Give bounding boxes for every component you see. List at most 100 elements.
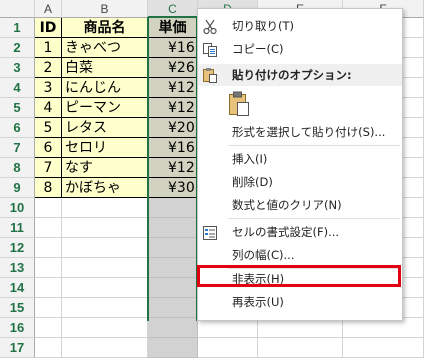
table-cell[interactable]: 7 <box>35 158 62 178</box>
table-cell[interactable]: セロリ <box>62 138 148 158</box>
table-cell[interactable] <box>35 338 62 358</box>
table-cell[interactable]: ¥20 <box>148 118 198 138</box>
menu-item-delete[interactable]: 削除(D) <box>198 171 402 194</box>
table-cell[interactable]: なす <box>62 158 148 178</box>
paste-options-section: 貼り付けのオプション: <box>198 64 402 86</box>
menu-item-copy[interactable]: コピー(C) <box>198 38 402 61</box>
menu-label-paste-special: 形式を選択して貼り付け(S)... <box>232 125 386 139</box>
row-header[interactable]: 12 <box>0 238 35 258</box>
row-header[interactable]: 13 <box>0 258 35 278</box>
menu-item-paste-special[interactable]: 形式を選択して貼り付け(S)... <box>198 121 402 144</box>
menu-label-format-cells: セルの書式設定(F)... <box>232 225 340 239</box>
table-cell[interactable]: 8 <box>35 178 62 198</box>
table-cell[interactable] <box>35 278 62 298</box>
table-cell[interactable] <box>148 238 198 258</box>
table-cell[interactable]: 5 <box>35 118 62 138</box>
table-cell[interactable]: ¥30 <box>148 178 198 198</box>
table-cell[interactable] <box>148 298 198 318</box>
table-cell[interactable] <box>62 258 148 278</box>
table-cell[interactable] <box>148 198 198 218</box>
table-cell[interactable] <box>343 318 424 338</box>
table-cell[interactable]: きゃべつ <box>62 38 148 58</box>
table-cell[interactable] <box>148 318 198 338</box>
table-cell[interactable]: 1 <box>35 38 62 58</box>
table-cell[interactable] <box>35 238 62 258</box>
table-cell[interactable]: ピーマン <box>62 98 148 118</box>
column-header-b[interactable]: B <box>62 0 148 18</box>
table-cell[interactable] <box>35 298 62 318</box>
table-header-cell[interactable]: ID <box>35 18 62 38</box>
row-header[interactable]: 9 <box>0 178 35 198</box>
table-cell[interactable] <box>62 338 148 358</box>
row-header[interactable]: 7 <box>0 138 35 158</box>
scissors-icon <box>202 19 218 35</box>
table-cell[interactable] <box>258 318 343 338</box>
table-cell[interactable]: ¥12 <box>148 98 198 118</box>
table-cell[interactable] <box>35 198 62 218</box>
format-cells-icon <box>202 225 218 241</box>
table-cell[interactable] <box>62 238 148 258</box>
table-cell[interactable]: かぼちゃ <box>62 178 148 198</box>
table-cell[interactable]: 6 <box>35 138 62 158</box>
row-header[interactable]: 8 <box>0 158 35 178</box>
menu-item-column-width[interactable]: 列の幅(C)... <box>198 244 402 267</box>
row-header[interactable]: 15 <box>0 298 35 318</box>
table-cell[interactable]: ¥16 <box>148 38 198 58</box>
table-cell[interactable]: 3 <box>35 78 62 98</box>
table-header-cell[interactable]: 単価 <box>148 18 198 38</box>
menu-item-unhide[interactable]: 再表示(U) <box>198 291 402 314</box>
table-cell[interactable] <box>148 218 198 238</box>
column-header-a[interactable]: A <box>35 0 62 18</box>
row-header[interactable]: 10 <box>0 198 35 218</box>
row-header[interactable]: 1 <box>0 18 35 38</box>
table-cell[interactable]: 2 <box>35 58 62 78</box>
table-cell[interactable]: ¥12 <box>148 78 198 98</box>
table-cell[interactable] <box>148 278 198 298</box>
table-cell[interactable]: ¥16 <box>148 138 198 158</box>
table-cell[interactable] <box>198 338 258 358</box>
table-cell[interactable] <box>62 298 148 318</box>
table-cell[interactable] <box>343 338 424 358</box>
table-cell[interactable] <box>35 318 62 338</box>
table-cell[interactable] <box>198 318 258 338</box>
row-header[interactable]: 4 <box>0 78 35 98</box>
table-cell[interactable]: 4 <box>35 98 62 118</box>
row-header[interactable]: 17 <box>0 338 35 358</box>
clipboard-icon <box>228 91 250 125</box>
table-cell[interactable] <box>62 318 148 338</box>
row-header[interactable]: 2 <box>0 38 35 58</box>
row-header[interactable]: 5 <box>0 98 35 118</box>
paste-options-label: 貼り付けのオプション: <box>232 68 352 82</box>
row-header[interactable]: 11 <box>0 218 35 238</box>
row-header[interactable]: 6 <box>0 118 35 138</box>
copy-icon <box>202 42 218 58</box>
table-cell[interactable] <box>258 338 343 358</box>
table-cell[interactable]: ¥12 <box>148 158 198 178</box>
table-cell[interactable] <box>35 218 62 238</box>
table-cell[interactable] <box>62 278 148 298</box>
menu-label-copy: コピー(C) <box>232 42 284 56</box>
table-cell[interactable] <box>148 338 198 358</box>
row-header[interactable]: 16 <box>0 318 35 338</box>
menu-label-unhide: 再表示(U) <box>232 295 284 309</box>
table-header-cell[interactable]: 商品名 <box>62 18 148 38</box>
select-all-corner[interactable] <box>0 0 35 18</box>
table-cell[interactable] <box>62 198 148 218</box>
table-cell[interactable]: レタス <box>62 118 148 138</box>
paste-icon <box>202 67 218 83</box>
menu-item-clear[interactable]: 数式と値のクリア(N) <box>198 194 402 217</box>
table-cell[interactable] <box>35 258 62 278</box>
row-header[interactable]: 3 <box>0 58 35 78</box>
table-cell[interactable]: にんじん <box>62 78 148 98</box>
menu-item-format-cells[interactable]: セルの書式設定(F)... <box>198 221 402 244</box>
menu-item-cut[interactable]: 切り取り(T) <box>198 15 402 38</box>
table-cell[interactable]: ¥26 <box>148 58 198 78</box>
table-cell[interactable]: 白菜 <box>62 58 148 78</box>
row-header[interactable]: 14 <box>0 278 35 298</box>
table-cell[interactable] <box>148 258 198 278</box>
menu-label-column-width: 列の幅(C)... <box>232 248 295 262</box>
menu-item-insert[interactable]: 挿入(I) <box>198 148 402 171</box>
column-header-c[interactable]: C <box>148 0 198 18</box>
table-cell[interactable] <box>62 218 148 238</box>
paste-button[interactable] <box>198 89 402 119</box>
